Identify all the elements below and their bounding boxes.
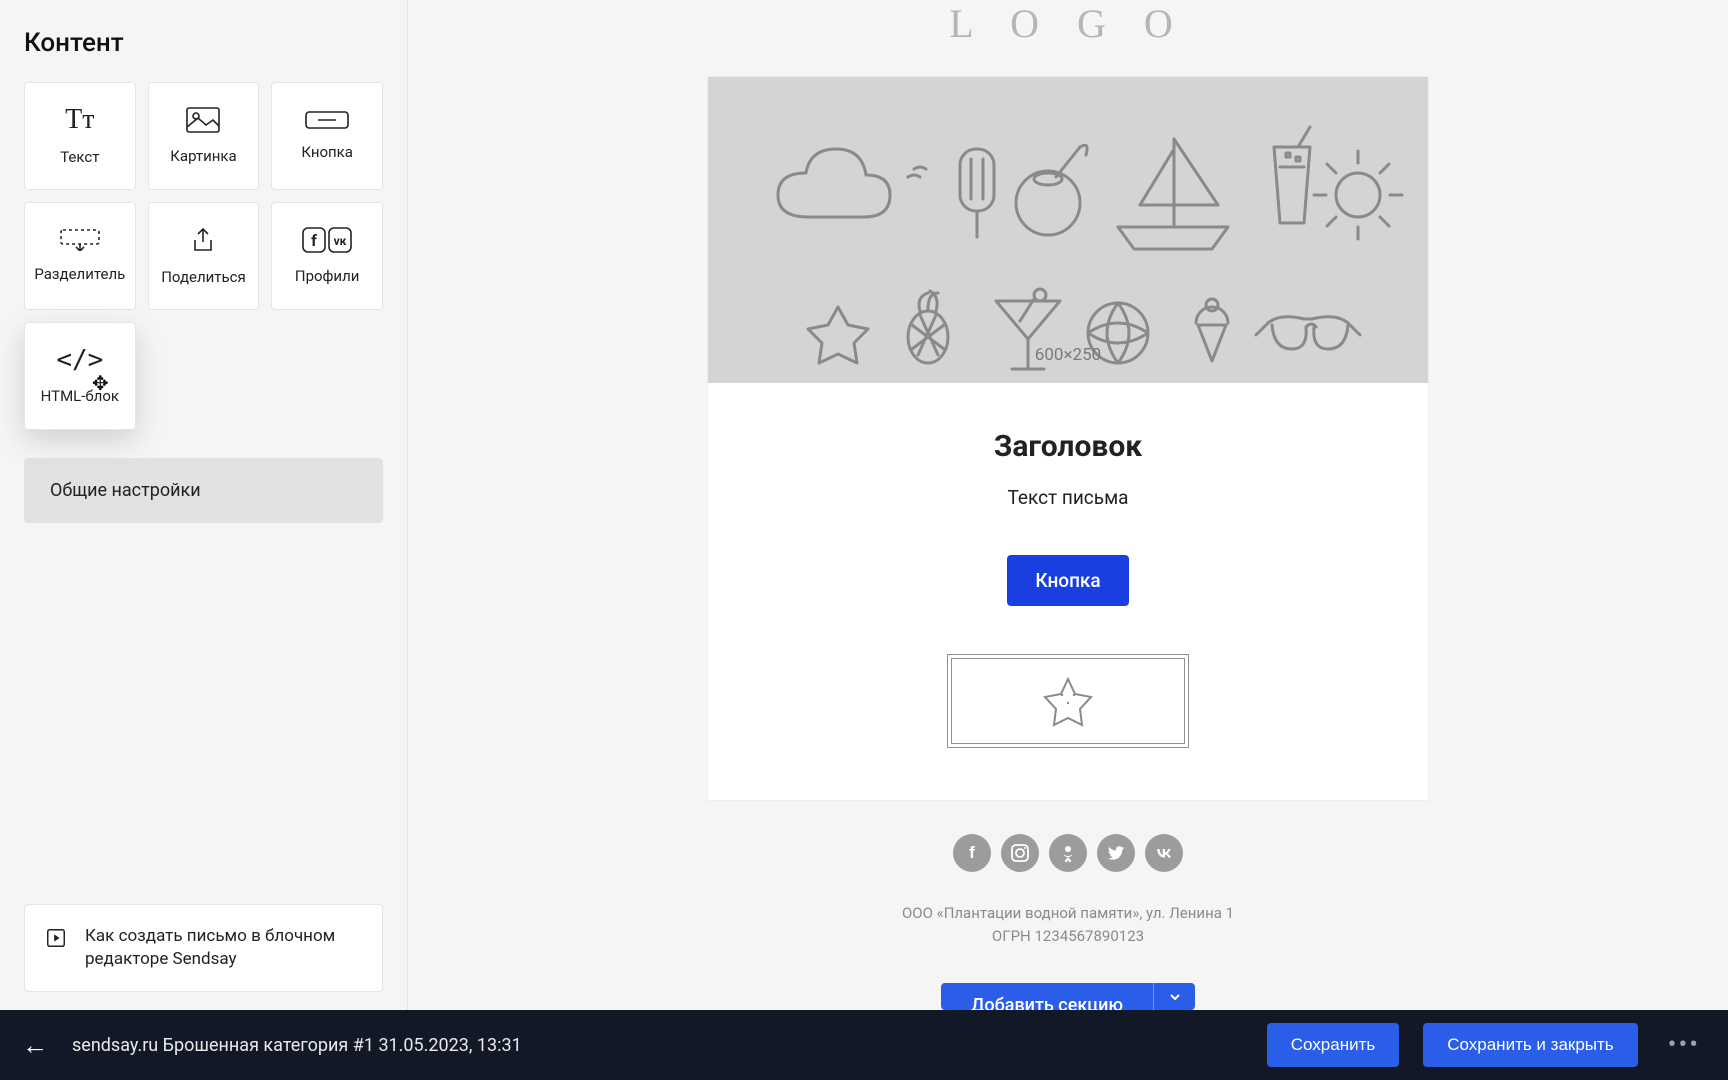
cta-button[interactable]: Кнопка xyxy=(1007,555,1128,606)
help-text: Как создать письмо в блочном редакторе S… xyxy=(85,926,335,969)
legal-footer[interactable]: ООО «Плантации водной памяти», ул. Ленин… xyxy=(902,902,1234,947)
email-body-text[interactable]: Текст письма xyxy=(728,486,1408,509)
profiles-icon: f vк xyxy=(302,227,352,253)
block-label: Кнопка xyxy=(301,143,353,161)
block-label: Разделитель xyxy=(34,265,125,283)
image-icon xyxy=(186,107,220,133)
svg-text:vк: vк xyxy=(334,234,347,248)
block-image[interactable]: Картинка xyxy=(148,82,260,190)
move-cursor-icon: ✥ xyxy=(92,371,109,395)
divider-icon xyxy=(60,229,100,251)
general-settings-button[interactable]: Общие настройки xyxy=(24,458,383,523)
document-title: sendsay.ru Брошенная категория #1 31.05.… xyxy=(72,1035,522,1056)
block-html[interactable]: </> ✥ HTML-блок xyxy=(24,322,136,430)
block-label: Текст xyxy=(60,148,99,166)
legal-line-1: ООО «Плантации водной памяти», ул. Ленин… xyxy=(902,902,1234,925)
add-section-split-button: Добавить секцию xyxy=(941,983,1195,1010)
instagram-icon[interactable] xyxy=(1001,834,1039,872)
facebook-icon[interactable]: f xyxy=(953,834,991,872)
help-card[interactable]: Как создать письмо в блочном редакторе S… xyxy=(24,904,383,992)
button-icon xyxy=(305,111,349,129)
svg-text:f: f xyxy=(311,231,317,250)
add-section-dropdown[interactable] xyxy=(1153,983,1195,1010)
block-palette: Tт Текст Картинка Кнопка xyxy=(24,82,383,430)
add-section-button[interactable]: Добавить секцию xyxy=(941,983,1153,1010)
block-profiles[interactable]: f vк Профили xyxy=(271,202,383,310)
html-icon: </> xyxy=(56,347,103,373)
odnoklassniki-icon[interactable] xyxy=(1049,834,1087,872)
block-button[interactable]: Кнопка xyxy=(271,82,383,190)
starfish-icon xyxy=(1038,673,1098,729)
block-share[interactable]: Поделиться xyxy=(148,202,260,310)
chevron-down-icon xyxy=(1168,990,1182,1004)
email-heading[interactable]: Заголовок xyxy=(728,429,1408,464)
play-file-icon xyxy=(45,927,67,949)
vk-icon[interactable] xyxy=(1145,834,1183,872)
more-menu-button[interactable]: ••• xyxy=(1662,1030,1706,1060)
image-placeholder-small[interactable] xyxy=(951,658,1185,744)
back-button[interactable]: ← xyxy=(22,1030,48,1061)
bottom-bar: ← sendsay.ru Брошенная категория #1 31.0… xyxy=(0,1010,1728,1080)
content-section[interactable]: Заголовок Текст письма Кнопка xyxy=(708,383,1428,800)
block-label: Картинка xyxy=(170,147,236,165)
logo-placeholder[interactable]: L O G O xyxy=(949,0,1187,47)
save-button[interactable]: Сохранить xyxy=(1267,1023,1399,1067)
canvas: L O G O xyxy=(408,0,1728,1010)
email-body[interactable]: 600×250 Заголовок Текст письма Кнопка xyxy=(708,77,1428,800)
save-close-button[interactable]: Сохранить и закрыть xyxy=(1423,1023,1637,1067)
legal-line-2: ОГРН 1234567890123 xyxy=(902,925,1234,948)
block-label: Профили xyxy=(295,267,360,285)
hero-image-placeholder[interactable]: 600×250 xyxy=(708,77,1428,383)
block-text[interactable]: Tт Текст xyxy=(24,82,136,190)
social-profiles-row[interactable]: f xyxy=(953,834,1183,872)
hero-doodle-icon xyxy=(708,77,1428,383)
twitter-icon[interactable] xyxy=(1097,834,1135,872)
block-divider[interactable]: Разделитель xyxy=(24,202,136,310)
text-icon: Tт xyxy=(65,106,94,134)
share-icon xyxy=(190,226,216,254)
hero-size-label: 600×250 xyxy=(708,345,1428,365)
sidebar: Контент Tт Текст Картинка Кнопка xyxy=(0,0,408,1010)
sidebar-title: Контент xyxy=(24,28,383,58)
block-label: Поделиться xyxy=(161,268,246,286)
